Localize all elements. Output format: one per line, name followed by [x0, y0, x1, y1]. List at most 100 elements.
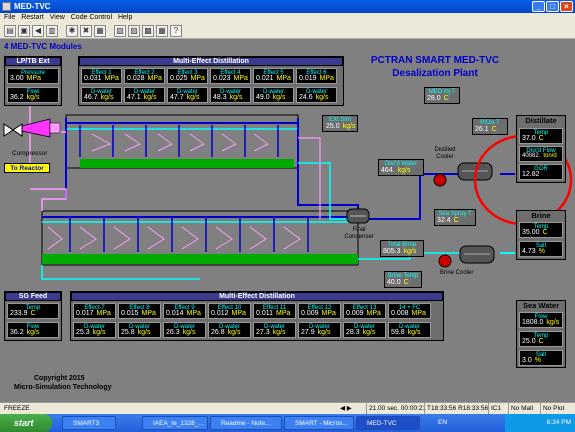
snapshot-icon[interactable]: ▦ — [94, 25, 106, 37]
brine-temp-value: 40.0 — [387, 279, 401, 286]
dwater-unit: kg/s — [186, 94, 200, 101]
menu-bar: File Restart View Code Control Help — [0, 13, 575, 23]
status-mode: FREEZE — [4, 405, 30, 412]
lptb-panel: LP/TB Ext Pressure 3.00 MPa Flow 36.2 kg/s — [4, 56, 62, 106]
chart-icon[interactable]: ▧ — [114, 25, 126, 37]
sg-feed-panel: SG Feed Temp 233.9 C Flow 36.2 kg/s — [4, 291, 62, 341]
effect-dwater-value: 27.3 — [256, 329, 270, 336]
pressure-unit: MPa — [276, 75, 291, 82]
menu-restart[interactable]: Restart — [21, 13, 44, 23]
task-med-tvc[interactable]: MED-TVC — [356, 416, 420, 430]
task-readme[interactable]: Readme - Note... — [210, 416, 282, 430]
back-icon[interactable]: ◀ — [32, 25, 44, 37]
brine-temp-unit: C — [403, 279, 409, 286]
med-inj-value: 28.0 — [427, 95, 441, 102]
effect-dwater-value: 25.3 — [76, 329, 90, 336]
compressor-shape — [21, 118, 51, 138]
dwater-unit: kg/s — [317, 329, 331, 336]
effect-dwater-value: 49.0 — [256, 94, 270, 101]
effect-dwater-value: 26.8 — [211, 329, 225, 336]
minimize-button[interactable]: _ — [532, 1, 545, 12]
effect-dwater-value: 28.3 — [346, 329, 360, 336]
distd-water-indicator: Dist'd Water 464. kg/s — [378, 159, 424, 176]
ext-stm-indicator: EXt Stm 25.0 kg/s — [322, 115, 358, 132]
menu-help[interactable]: Help — [118, 13, 132, 23]
menu-file[interactable]: File — [4, 13, 15, 23]
dwater-unit: kg/s — [100, 94, 114, 101]
gor-value: 12.82 — [522, 171, 540, 178]
effect-dwater-cell: D-water 47.7 kg/s — [167, 87, 208, 103]
total-brine-unit: kg/s — [403, 248, 417, 255]
task-smart3[interactable]: SMART3 — [62, 416, 116, 430]
status-mal: No Mall — [508, 403, 533, 414]
sea-spray-indicator: Sea Spray T 32.4 C — [434, 209, 476, 226]
distilled-cooler-label: Distilled Cooler — [434, 147, 456, 160]
effect-pressure-cell: Effect 12 0.009 MPa — [298, 303, 341, 319]
brine-salt-unit: % — [538, 248, 545, 255]
print-icon[interactable]: ▥ — [46, 25, 58, 37]
med-inj-indicator: MED Inj T 28.0 C — [424, 87, 460, 104]
effect-pressure-value: 0.031 — [84, 75, 102, 82]
run-icon[interactable]: ✱ — [66, 25, 78, 37]
system-tray: 6:34 PM — [505, 414, 575, 432]
effect-dwater-cell: D-water 26.8 kg/s — [208, 322, 251, 338]
effect-dwater-value: 26.3 — [166, 329, 180, 336]
task-smart-micros[interactable]: SMART - Micros... — [284, 416, 354, 430]
process-diagram: 4 MED-TVC Modules PCTRAN SMART MED-TVC D… — [0, 39, 575, 402]
menu-code-control[interactable]: Code Control — [71, 13, 112, 23]
copyright-line1: Copyright 2015 — [34, 375, 85, 382]
effect-dwater-cell: D-water 24.6 kg/s — [296, 87, 337, 103]
effect-dwater-value: 48.3 — [213, 94, 227, 101]
brine-temp-indicator: Brine Temp 40.0 C — [384, 271, 422, 288]
effect-dwater-cell: D-water 59.8 kg/s — [388, 322, 431, 338]
sg-temp-unit: C — [30, 310, 36, 317]
effect-dwater-value: 47.1 — [127, 94, 141, 101]
effect-dwater-cell: D-water 26.3 kg/s — [163, 322, 206, 338]
trend-icon[interactable]: ▨ — [128, 25, 140, 37]
status-plot: No Plot — [540, 403, 564, 414]
stop-icon[interactable]: ✖ — [80, 25, 92, 37]
close-button[interactable]: × — [560, 1, 573, 12]
to-reactor-button[interactable]: To Reactor — [4, 163, 50, 173]
brine-title: Brine — [531, 211, 551, 220]
task-iaea[interactable]: IAEA_te_1326_... — [142, 416, 208, 430]
effect-pressure-value: 0.014 — [166, 310, 184, 317]
effect-pressure-cell: Effect 4 0.023 MPa — [210, 68, 251, 84]
pressure-unit: MPa — [321, 310, 336, 317]
sea-water-title: Sea Water — [523, 301, 559, 310]
language-indicator[interactable]: EN — [438, 414, 447, 432]
effect-pressure-value: 0.025 — [170, 75, 188, 82]
dwater-unit: kg/s — [315, 94, 329, 101]
plant-title: PCTRAN SMART MED-TVC — [370, 55, 500, 66]
maximize-button[interactable]: □ — [546, 1, 559, 12]
pressure-unit: MPa — [141, 310, 156, 317]
effect-pressure-cell: Effect 13 0.009 MPa — [343, 303, 386, 319]
sg-temp-value: 233.9 — [10, 310, 28, 317]
table-icon[interactable]: ▦ — [156, 25, 168, 37]
sea-salt-unit: % — [534, 357, 541, 364]
sea-temp-unit: C — [538, 338, 544, 345]
sg-flow-unit: kg/s — [26, 329, 40, 336]
grid-icon[interactable]: ▩ — [142, 25, 154, 37]
open-icon[interactable]: ▤ — [4, 25, 16, 37]
dwater-unit: kg/s — [92, 329, 106, 336]
dwater-unit: kg/s — [272, 94, 286, 101]
status-nav-icons[interactable]: ◀ ▶ — [338, 403, 362, 414]
modules-label: 4 MED-TVC Modules — [4, 42, 82, 51]
dwater-unit: kg/s — [229, 94, 243, 101]
effect-pressure-cell: 14 + FC 0.008 MPa — [388, 303, 431, 319]
effect-dwater-cell: D-water 27.3 kg/s — [253, 322, 296, 338]
effect-pressure-cell: Effect 9 0.014 MPa — [163, 303, 206, 319]
menu-view[interactable]: View — [50, 13, 65, 23]
effect-pressure-value: 0.028 — [127, 75, 145, 82]
save-icon[interactable]: ▣ — [18, 25, 30, 37]
start-button[interactable]: start — [0, 414, 52, 432]
effect-dwater-cell: D-water 28.3 kg/s — [343, 322, 386, 338]
dwater-unit: kg/s — [407, 329, 421, 336]
top-brine-pool — [80, 159, 294, 168]
clock: 6:34 PM — [546, 419, 571, 426]
effect-dwater-cell: D-water 47.1 kg/s — [124, 87, 165, 103]
pressure-unit: MPa — [231, 310, 246, 317]
help-icon[interactable]: ? — [170, 25, 182, 37]
effect-dwater-cell: D-water 46.7 kg/s — [81, 87, 122, 103]
